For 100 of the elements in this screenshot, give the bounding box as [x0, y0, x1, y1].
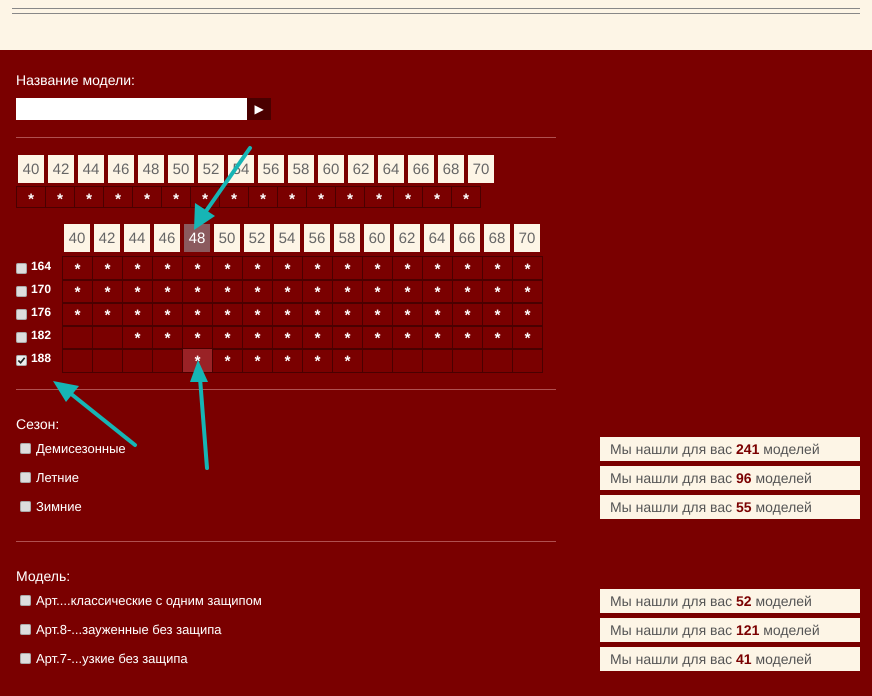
table-cell[interactable]: * — [212, 348, 243, 373]
table-cell[interactable]: * — [332, 302, 363, 327]
table-cell[interactable] — [422, 348, 453, 373]
table-cell[interactable]: * — [272, 279, 303, 304]
size-button[interactable]: 68 — [438, 155, 464, 183]
table-cell[interactable]: * — [242, 325, 273, 350]
size-button[interactable]: 56 — [258, 155, 284, 183]
table-cell[interactable] — [362, 348, 393, 373]
table-cell[interactable]: * — [122, 279, 153, 304]
model-name-field[interactable] — [16, 98, 247, 120]
checkbox[interactable] — [16, 332, 27, 343]
checkbox[interactable] — [20, 624, 31, 635]
table-cell[interactable]: * — [62, 279, 93, 304]
table-cell[interactable]: * — [332, 348, 363, 373]
table-cell[interactable]: * — [152, 279, 183, 304]
size-button[interactable]: 70 — [468, 155, 494, 183]
size-button[interactable]: 62 — [394, 224, 420, 252]
table-cell[interactable]: * — [392, 256, 423, 281]
table-cell[interactable]: * — [122, 302, 153, 327]
table-cell[interactable]: * — [122, 256, 153, 281]
table-cell[interactable]: * — [302, 348, 333, 373]
table-cell[interactable]: * — [182, 279, 213, 304]
table-cell[interactable]: * — [422, 302, 453, 327]
size-button[interactable]: 58 — [334, 224, 360, 252]
table-cell[interactable]: * — [482, 256, 513, 281]
table-cell[interactable] — [122, 348, 153, 373]
table-cell[interactable]: * — [452, 279, 483, 304]
size-button[interactable]: 52 — [198, 155, 224, 183]
table-cell[interactable]: * — [92, 302, 123, 327]
table-cell[interactable] — [482, 348, 513, 373]
table-cell[interactable]: * — [272, 348, 303, 373]
table-cell[interactable]: * — [452, 256, 483, 281]
table-cell[interactable]: * — [422, 325, 453, 350]
size-button[interactable]: 42 — [48, 155, 74, 183]
checkbox[interactable] — [16, 263, 27, 274]
size-button[interactable]: 60 — [364, 224, 390, 252]
size-button[interactable]: 52 — [244, 224, 270, 252]
size-button[interactable]: 50 — [214, 224, 240, 252]
table-cell[interactable] — [62, 325, 93, 350]
table-cell[interactable]: * — [392, 279, 423, 304]
table-cell[interactable]: * — [242, 279, 273, 304]
table-cell[interactable]: * — [212, 279, 243, 304]
size-button[interactable]: 44 — [124, 224, 150, 252]
table-cell[interactable]: * — [152, 302, 183, 327]
table-cell[interactable]: * — [362, 302, 393, 327]
table-cell[interactable]: * — [512, 279, 543, 304]
table-cell[interactable]: * — [302, 302, 333, 327]
table-cell[interactable]: * — [512, 256, 543, 281]
checkbox[interactable] — [20, 443, 31, 454]
table-cell[interactable]: * — [452, 302, 483, 327]
table-cell[interactable]: * — [212, 325, 243, 350]
checkbox[interactable] — [20, 653, 31, 664]
size-button[interactable]: 64 — [424, 224, 450, 252]
table-cell[interactable]: * — [422, 256, 453, 281]
table-cell[interactable]: * — [482, 279, 513, 304]
table-cell[interactable]: * — [482, 325, 513, 350]
table-cell[interactable]: * — [272, 256, 303, 281]
size-button[interactable]: 64 — [378, 155, 404, 183]
table-cell[interactable] — [92, 325, 123, 350]
table-cell[interactable]: * — [482, 302, 513, 327]
size-button[interactable]: 56 — [304, 224, 330, 252]
table-cell[interactable]: * — [362, 279, 393, 304]
table-cell[interactable]: * — [62, 302, 93, 327]
checkbox[interactable] — [16, 309, 27, 320]
table-cell[interactable]: * — [212, 256, 243, 281]
table-cell[interactable]: * — [152, 325, 183, 350]
size-button[interactable]: 62 — [348, 155, 374, 183]
table-cell[interactable]: * — [152, 256, 183, 281]
table-cell[interactable]: * — [242, 256, 273, 281]
table-cell[interactable]: * — [332, 325, 363, 350]
table-cell[interactable]: * — [272, 302, 303, 327]
table-cell[interactable] — [392, 348, 423, 373]
table-cell[interactable]: * — [242, 348, 273, 373]
size-button[interactable]: 46 — [154, 224, 180, 252]
size-button[interactable]: 60 — [318, 155, 344, 183]
table-cell[interactable]: * — [302, 325, 333, 350]
checkbox[interactable] — [16, 355, 27, 366]
size-button[interactable]: 54 — [274, 224, 300, 252]
table-cell[interactable]: * — [182, 302, 213, 327]
table-cell[interactable]: * — [362, 325, 393, 350]
size-button[interactable]: 50 — [168, 155, 194, 183]
table-cell[interactable]: * — [332, 279, 363, 304]
size-button[interactable]: 40 — [64, 224, 90, 252]
size-button[interactable]: 48 — [184, 224, 210, 252]
table-cell[interactable] — [512, 348, 543, 373]
table-cell[interactable]: * — [512, 325, 543, 350]
checkbox[interactable] — [20, 595, 31, 606]
table-cell[interactable]: * — [332, 256, 363, 281]
table-cell[interactable]: * — [62, 256, 93, 281]
size-button[interactable]: 66 — [454, 224, 480, 252]
table-cell[interactable]: * — [242, 302, 273, 327]
size-button[interactable]: 42 — [94, 224, 120, 252]
size-button[interactable]: 48 — [138, 155, 164, 183]
table-cell[interactable]: * — [212, 302, 243, 327]
checkbox[interactable] — [16, 286, 27, 297]
table-cell[interactable]: * — [512, 302, 543, 327]
size-button[interactable]: 66 — [408, 155, 434, 183]
table-cell[interactable]: * — [452, 325, 483, 350]
size-button[interactable]: 44 — [78, 155, 104, 183]
table-cell[interactable]: * — [392, 302, 423, 327]
